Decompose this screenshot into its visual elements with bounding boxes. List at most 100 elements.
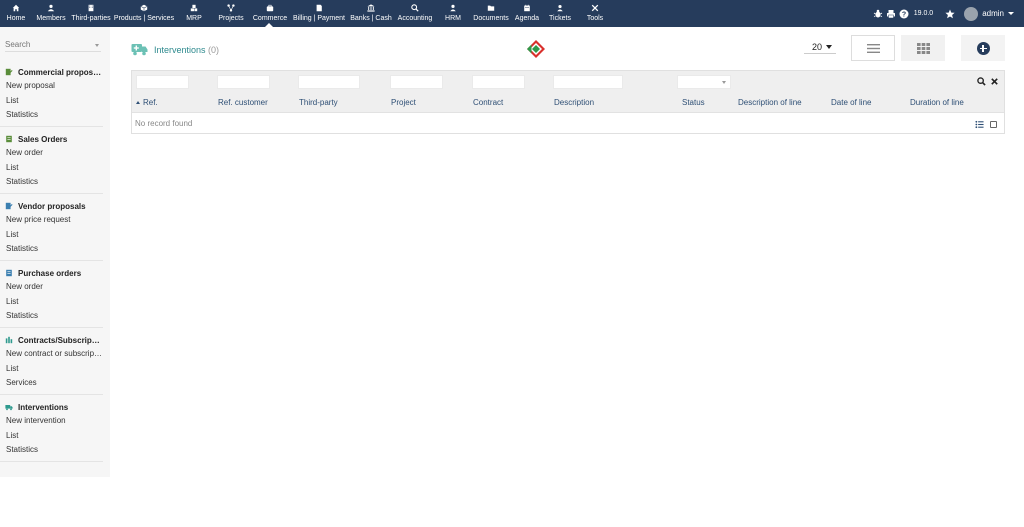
page-size-select[interactable]: 20 <box>804 40 836 54</box>
sidebar-block-contracts: Contracts/Subscriptions New contract or … <box>0 333 103 395</box>
column-header-description-of-line[interactable]: Description of line <box>738 98 802 107</box>
plus-circle-icon <box>976 41 990 55</box>
kanban-view-button[interactable] <box>901 35 945 61</box>
menu-label: Home <box>6 15 26 22</box>
sidebar-heading-label: Interventions <box>18 402 69 412</box>
top-right-area: ? 19.0.0 admin <box>873 0 1024 27</box>
version-number: 19.0.0 <box>913 10 934 17</box>
menu-documents[interactable]: Documents <box>470 0 512 27</box>
sidebar-link-statistics[interactable]: Statistics <box>0 175 103 190</box>
column-header-ref[interactable]: Ref. <box>136 98 158 107</box>
menu-banks-cash[interactable]: Banks | Cash <box>348 0 394 27</box>
menu-hrm[interactable]: HRM <box>436 0 470 27</box>
sidebar-heading-label: Purchase orders <box>18 268 82 278</box>
sidebar-link-list[interactable]: List <box>0 295 103 310</box>
search-icon[interactable] <box>977 77 986 86</box>
sidebar-link-list[interactable]: List <box>0 161 103 176</box>
home-icon <box>12 4 20 12</box>
list-view-button[interactable] <box>851 35 895 61</box>
sidebar-heading[interactable]: Contracts/Subscriptions <box>0 333 103 347</box>
filter-third-party[interactable] <box>298 75 360 89</box>
sidebar-link-statistics[interactable]: Statistics <box>0 108 103 123</box>
search-dollar-icon <box>411 4 419 12</box>
filter-ref-customer[interactable] <box>217 75 270 89</box>
column-header-contract[interactable]: Contract <box>473 98 503 107</box>
username[interactable]: admin <box>982 9 1004 18</box>
sidebar-block-purchase-orders: Purchase orders New order List Statistic… <box>0 266 103 328</box>
sidebar-heading[interactable]: Commercial proposals <box>0 65 103 79</box>
column-header-ref-customer[interactable]: Ref. customer <box>218 98 268 107</box>
menu-label: Tools <box>586 15 604 22</box>
filter-contract[interactable] <box>472 75 525 89</box>
sidebar-heading[interactable]: Vendor proposals <box>0 199 103 213</box>
menu-home[interactable]: Home <box>0 0 32 27</box>
menu-label: Members <box>36 15 66 22</box>
page-title-text: Interventions <box>154 45 206 55</box>
help-icon[interactable]: ? <box>899 9 909 19</box>
sidebar-heading[interactable]: Sales Orders <box>0 132 103 146</box>
company-logo-icon <box>527 40 545 58</box>
filter-ref[interactable] <box>136 75 189 89</box>
sidebar-link-statistics[interactable]: Statistics <box>0 242 103 257</box>
sidebar-link-list[interactable]: List <box>0 228 103 243</box>
close-icon[interactable] <box>990 77 999 86</box>
sidebar-link-statistics[interactable]: Statistics <box>0 443 103 458</box>
filter-description[interactable] <box>553 75 623 89</box>
contract-icon <box>5 336 13 344</box>
sidebar-block-vendor-proposals: Vendor proposals New price request List … <box>0 199 103 261</box>
active-menu-marker <box>265 23 273 27</box>
filter-status[interactable] <box>677 75 731 89</box>
proposal-icon <box>5 68 13 76</box>
sidebar-link-services[interactable]: Services <box>0 376 103 391</box>
menu-billing-payment[interactable]: Billing | Payment <box>290 0 348 27</box>
filter-project[interactable] <box>390 75 443 89</box>
sidebar-link-new-proposal[interactable]: New proposal <box>0 79 103 94</box>
search-input[interactable] <box>5 40 91 49</box>
column-header-third-party[interactable]: Third-party <box>299 98 338 107</box>
column-header-duration-of-line[interactable]: Duration of line <box>910 98 964 107</box>
page-title: Interventions (0) <box>154 45 219 55</box>
star-icon[interactable] <box>945 9 955 19</box>
table-header-row: Ref. Ref. customer Third-party Project C… <box>132 94 1004 129</box>
menu-products-services[interactable]: Products | Services <box>112 0 176 27</box>
menu-tickets[interactable]: Tickets <box>542 0 578 27</box>
menu-third-parties[interactable]: Third-parties <box>70 0 112 27</box>
sidebar-heading[interactable]: Interventions <box>0 400 103 414</box>
menu-label: Third-parties <box>71 15 111 22</box>
column-header-description[interactable]: Description <box>554 98 594 107</box>
menu-members[interactable]: Members <box>32 0 70 27</box>
sidebar-heading[interactable]: Purchase orders <box>0 266 103 280</box>
menu-projects[interactable]: Projects <box>212 0 250 27</box>
sidebar-link-list[interactable]: List <box>0 429 103 444</box>
member-icon <box>47 4 55 12</box>
avatar[interactable] <box>964 6 979 21</box>
menu-agenda[interactable]: Agenda <box>512 0 542 27</box>
menu-tools[interactable]: Tools <box>578 0 612 27</box>
bug-icon[interactable] <box>873 9 883 19</box>
sidebar-link-new-intervention[interactable]: New intervention <box>0 414 103 429</box>
main-menu: Home Members Third-parties Products | Se… <box>0 0 612 27</box>
sidebar-heading-label: Vendor proposals <box>18 201 86 211</box>
print-icon[interactable] <box>886 9 896 19</box>
sidebar-link-list[interactable]: List <box>0 362 103 377</box>
svg-text:?: ? <box>902 11 906 18</box>
chevron-down-icon[interactable] <box>95 44 99 47</box>
menu-mrp[interactable]: MRP <box>176 0 212 27</box>
user-icon <box>450 4 456 12</box>
menu-accounting[interactable]: Accounting <box>394 0 436 27</box>
sidebar-link-list[interactable]: List <box>0 94 103 109</box>
sidebar-block-interventions: Interventions New intervention List Stat… <box>0 400 103 462</box>
sidebar-link-statistics[interactable]: Statistics <box>0 309 103 324</box>
sidebar-link-new-order[interactable]: New order <box>0 146 103 161</box>
column-header-date-of-line[interactable]: Date of line <box>831 98 871 107</box>
sidebar-search[interactable] <box>5 40 101 52</box>
sidebar-link-new-price-request[interactable]: New price request <box>0 213 103 228</box>
new-intervention-button[interactable] <box>961 35 1005 61</box>
chevron-down-icon[interactable] <box>1008 12 1014 15</box>
column-header-project[interactable]: Project <box>391 98 416 107</box>
sidebar-link-new-order[interactable]: New order <box>0 280 103 295</box>
folder-icon <box>487 5 495 11</box>
column-header-status[interactable]: Status <box>682 98 705 107</box>
sidebar-link-new-contract[interactable]: New contract or subscription <box>0 347 103 362</box>
interventions-table: Ref. Ref. customer Third-party Project C… <box>131 70 1005 134</box>
